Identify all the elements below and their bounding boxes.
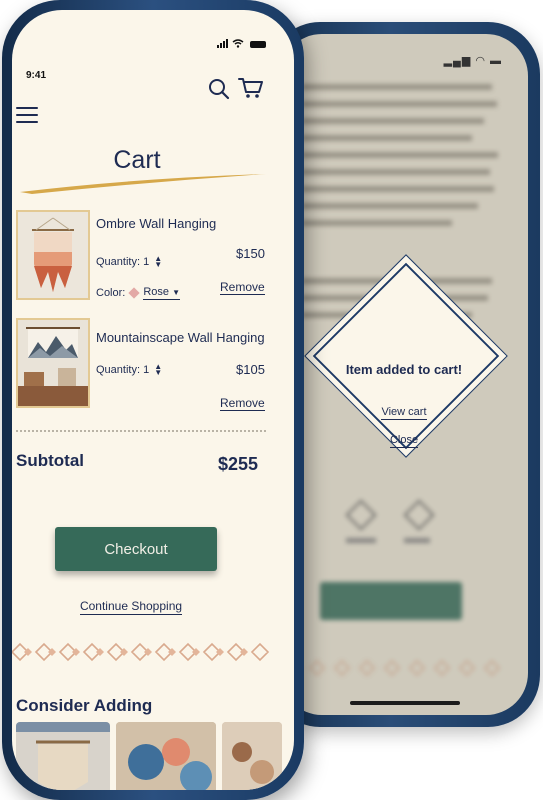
color-selector[interactable]: Color: Rose ▼ [96, 286, 181, 300]
swatch-label [404, 538, 430, 543]
added-to-cart-dialog: Item added to cart! View cart Close [308, 258, 504, 454]
quantity-label: Quantity: [96, 256, 141, 268]
product-detail-screen: ▂▄▆ ◠ ▬ Item added to cart! View cart Cl… [280, 34, 528, 715]
quantity-value: 1 [143, 364, 150, 376]
ombre-wall-hanging-image[interactable] [16, 210, 90, 300]
cart-icon[interactable] [238, 76, 264, 100]
color-label: Color: [96, 287, 126, 299]
quantity-stepper[interactable]: Quantity: 1 ▲ ▼ [96, 363, 162, 377]
item-name[interactable]: Ombre Wall Hanging [96, 216, 216, 231]
quantity-value: 1 [143, 256, 150, 268]
swatch-diamond [403, 499, 435, 531]
continue-shopping-link[interactable]: Continue Shopping [12, 599, 250, 615]
search-icon[interactable] [208, 78, 230, 100]
dialog-title: Item added to cart! [345, 362, 463, 377]
mountainscape-wall-hanging-image[interactable] [16, 318, 90, 408]
remove-button[interactable]: Remove [220, 280, 265, 295]
item-price: $105 [236, 362, 265, 377]
consider-adding-title: Consider Adding [16, 696, 153, 715]
status-time: 9:41 [26, 70, 47, 81]
signal-icon [217, 39, 228, 48]
title-underline-swoosh [20, 174, 266, 194]
quantity-stepper[interactable]: Quantity: 1 ▲ ▼ [96, 255, 162, 269]
battery-icon [250, 41, 266, 48]
cart-screen: 9:41 Cart Ombre Wall Hanging Quantity: 1… [12, 10, 294, 790]
suggestion-thumbnail[interactable] [16, 722, 110, 790]
item-name[interactable]: Mountainscape Wall Hanging [96, 330, 265, 345]
remove-button[interactable]: Remove [220, 396, 265, 411]
suggestion-thumbnail[interactable] [222, 722, 282, 790]
rose-swatch-icon [128, 287, 141, 299]
home-indicator [350, 701, 460, 705]
checkout-button[interactable]: Checkout [55, 527, 217, 571]
color-dropdown[interactable]: Rose ▼ [143, 286, 181, 300]
front-phone-frame: 9:41 Cart Ombre Wall Hanging Quantity: 1… [2, 0, 304, 800]
blurred-add-button [320, 582, 462, 620]
close-dialog-link[interactable]: Close [318, 434, 490, 448]
quantity-arrows-icon[interactable]: ▲ ▼ [154, 363, 162, 377]
quantity-arrows-icon[interactable]: ▲ ▼ [154, 255, 162, 269]
subtotal-label: Subtotal [16, 451, 84, 470]
quantity-label: Quantity: [96, 364, 141, 376]
swatch-label [346, 538, 376, 543]
menu-icon[interactable] [16, 107, 38, 128]
subtotal-value: $255 [218, 454, 259, 474]
wifi-icon [232, 39, 244, 48]
view-cart-link[interactable]: View cart [318, 406, 490, 420]
status-bar-icons [217, 39, 266, 48]
chevron-down-icon: ▼ [172, 288, 181, 297]
item-price: $150 [236, 246, 265, 261]
color-value: Rose [143, 286, 170, 298]
blurred-pattern-band [283, 659, 501, 677]
blurred-description [302, 84, 502, 237]
decorative-diamond-border [12, 642, 270, 662]
swatch-diamond [345, 499, 377, 531]
section-divider [16, 430, 266, 432]
suggestion-thumbnail[interactable] [116, 722, 216, 790]
back-phone-frame: ▂▄▆ ◠ ▬ Item added to cart! View cart Cl… [268, 22, 540, 727]
